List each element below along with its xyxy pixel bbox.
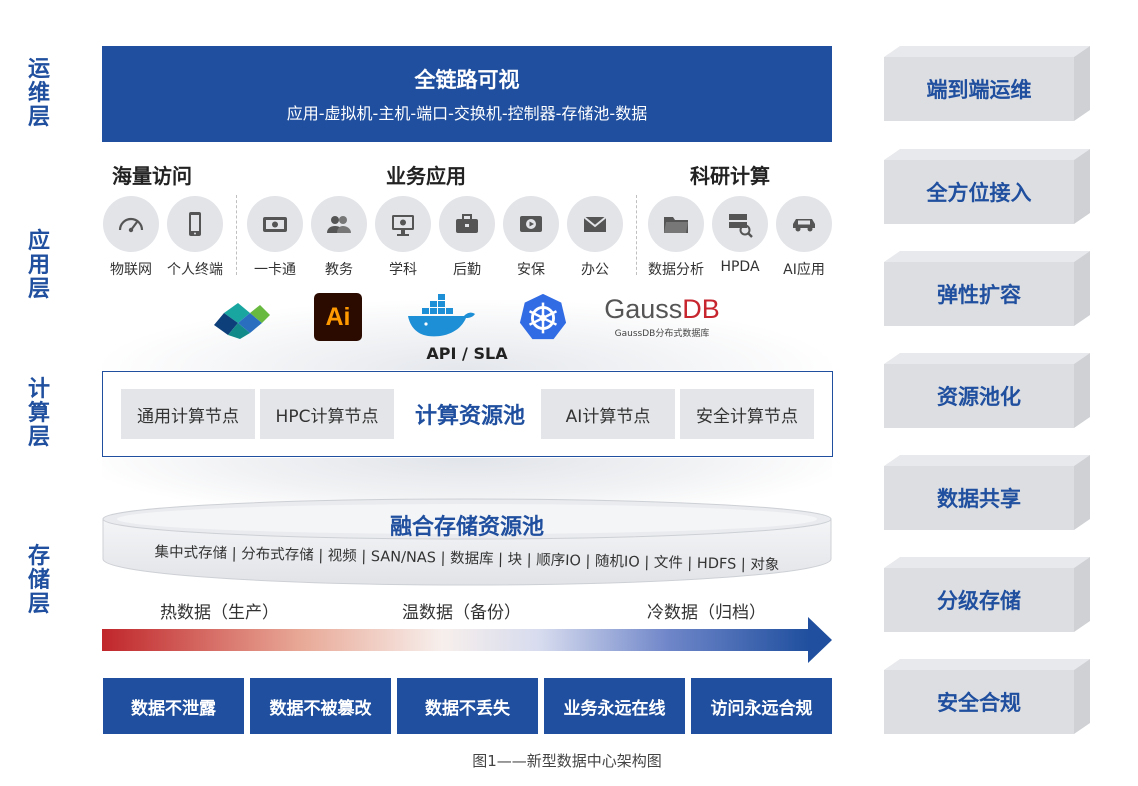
feature-block: 数据共享 [884,455,1090,530]
users-icon [311,196,367,252]
car-icon [776,196,832,252]
arrow-head-icon [808,617,832,663]
figure-caption: 图1——新型数据中心架构图 [472,752,662,770]
compute-node-hpc: HPC计算节点 [260,389,394,439]
feature-tiered-storage: 分级存储 [884,568,1074,632]
monitor-icon [375,196,431,252]
feature-security-compliance: 安全合规 [884,670,1074,734]
security-no-tamper: 数据不被篡改 [250,678,391,734]
app-label-terminal: 个人终端 [167,262,223,278]
gaussdb-logo-text-b: DB [682,294,720,324]
group-title-business: 业务应用 [386,164,466,188]
video-icon [503,196,559,252]
hot-data-label: 热数据（生产） [160,603,279,623]
group-title-research: 科研计算 [690,164,770,188]
app-label-office: 办公 [581,262,609,278]
feature-e2e-ops: 端到端运维 [884,57,1074,121]
toolbox-icon [439,196,495,252]
feature-resource-pooling: 资源池化 [884,364,1074,428]
layer-label-app: 应用层 [27,229,50,302]
app-label-ai: AI应用 [783,262,825,278]
data-temperature-arrow [102,629,810,651]
feature-elastic-scaling: 弹性扩容 [884,262,1074,326]
feature-block: 资源池化 [884,353,1090,428]
security-no-loss: 数据不丢失 [397,678,538,734]
compute-resource-pool: 通用计算节点 HPC计算节点 计算资源池 AI计算节点 安全计算节点 [102,371,833,457]
gaussdb-logo-text-a: Gauss [604,294,683,324]
layer-label-storage: 存储层 [27,544,50,617]
group-title-mass-access: 海量访问 [112,164,192,188]
vmware-logo [210,292,274,342]
layer-label-ops: 运维层 [27,57,50,130]
feature-block: 分级存储 [884,557,1090,632]
compute-node-security: 安全计算节点 [680,389,814,439]
kubernetes-logo [517,292,569,342]
card-icon [247,196,303,252]
adobe-illustrator-logo: Ai [314,292,362,342]
server-search-icon [712,196,768,252]
warm-data-label: 温数据（备份） [402,603,521,623]
banner-subtitle: 应用-虚拟机-主机-端口-交换机-控制器-存储池-数据 [286,104,648,123]
security-compliant-access: 访问永远合规 [691,678,832,734]
mail-icon [567,196,623,252]
ai-logo-text: Ai [314,293,362,341]
feature-block: 端到端运维 [884,46,1090,121]
security-always-online: 业务永远在线 [544,678,685,734]
feature-block: 安全合规 [884,659,1090,734]
feature-block: 全方位接入 [884,149,1090,224]
gaussdb-logo-subtitle: GaussDB分布式数据库 [614,329,710,339]
visibility-banner: 全链路可视 应用-虚拟机-主机-端口-交换机-控制器-存储池-数据 [102,46,832,142]
layer-label-compute: 计算层 [27,377,50,450]
docker-logo [404,292,478,342]
compute-pool-title: 计算资源池 [414,404,525,429]
api-sla-label: API / SLA [426,344,508,363]
feature-full-access: 全方位接入 [884,160,1074,224]
cold-data-label: 冷数据（归档） [647,603,766,623]
feature-data-sharing: 数据共享 [884,466,1074,530]
folder-icon [648,196,704,252]
mobile-phone-icon [167,196,223,252]
security-no-leak: 数据不泄露 [103,678,244,734]
compute-node-ai: AI计算节点 [541,389,675,439]
banner-title: 全链路可视 [414,68,520,92]
compute-node-general: 通用计算节点 [121,389,255,439]
storage-pool-title: 融合存储资源池 [389,515,544,540]
gauge-icon [103,196,159,252]
feature-block: 弹性扩容 [884,251,1090,326]
gaussdb-logo: GaussDB GaussDB分布式数据库 [604,292,720,342]
